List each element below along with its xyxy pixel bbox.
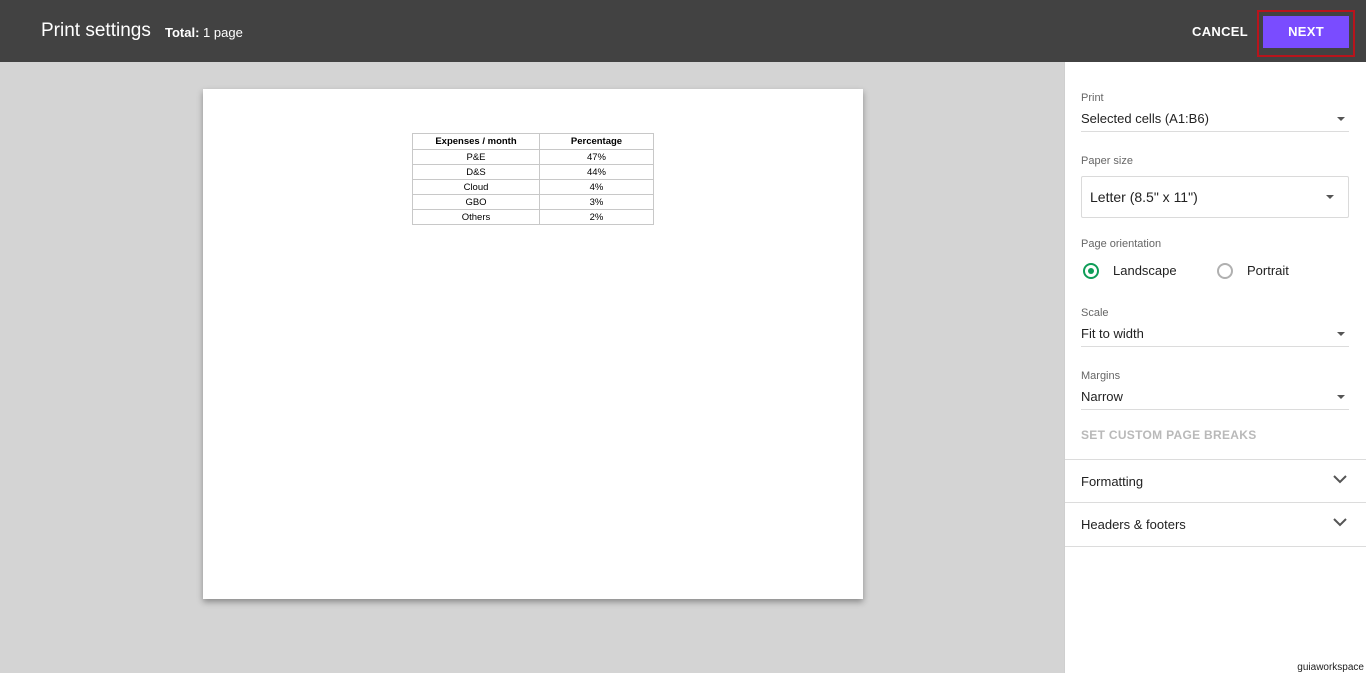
table-header: Expenses / month [412,133,540,150]
chevron-down-icon [1333,518,1347,527]
table-row: Others 2% [412,209,654,225]
table-row: Cloud 4% [412,179,654,195]
total-pages: Total: 1 page [165,25,243,40]
preview-page: Expenses / month Percentage P&E 47% D&S … [203,89,863,599]
top-bar: Print settings Total: 1 page CANCEL NEXT [0,0,1366,62]
table-cell: GBO [412,194,540,210]
paper-size-dropdown[interactable]: Letter (8.5" x 11") [1081,176,1349,218]
scale-value: Fit to width [1081,326,1144,341]
formatting-title: Formatting [1081,474,1144,489]
cancel-button[interactable]: CANCEL [1186,16,1254,48]
watermark: guiaworkspace [1297,662,1364,673]
radio-unselected-icon [1217,263,1233,279]
total-label: Total: [165,25,200,40]
settings-panel: Print Selected cells (A1:B6) Paper size … [1064,62,1366,673]
landscape-label: Landscape [1113,263,1177,278]
margins-value: Narrow [1081,389,1123,404]
set-custom-page-breaks-button[interactable]: SET CUSTOM PAGE BREAKS [1081,428,1257,442]
table-cell: Others [412,209,540,225]
page-title: Print settings [41,20,151,41]
dropdown-caret-icon [1337,117,1345,121]
print-label: Print [1081,92,1104,104]
print-range-dropdown[interactable]: Selected cells (A1:B6) [1081,107,1349,132]
scale-dropdown[interactable]: Fit to width [1081,322,1349,347]
headers-footers-title: Headers & footers [1081,517,1186,532]
table-cell: 47% [539,149,654,165]
dropdown-caret-icon [1326,195,1334,199]
chevron-down-icon [1333,475,1347,484]
table-header: Percentage [539,133,654,150]
table-cell: P&E [412,149,540,165]
paper-size-label: Paper size [1081,155,1133,167]
formatting-section[interactable]: Formatting [1065,459,1366,503]
print-preview-area: Expenses / month Percentage P&E 47% D&S … [0,62,1064,673]
scale-label: Scale [1081,307,1109,319]
orientation-label: Page orientation [1081,238,1162,250]
radio-selected-icon [1083,263,1099,279]
table-row: D&S 44% [412,164,654,180]
headers-footers-section[interactable]: Headers & footers [1065,502,1366,547]
margins-label: Margins [1081,370,1121,382]
print-range-value: Selected cells (A1:B6) [1081,111,1209,126]
table-header-row: Expenses / month Percentage [412,133,654,150]
next-button[interactable]: NEXT [1263,16,1349,48]
table-cell: 4% [539,179,654,195]
table-cell: 3% [539,194,654,210]
dropdown-caret-icon [1337,395,1345,399]
table-row: P&E 47% [412,149,654,165]
paper-size-value: Letter (8.5" x 11") [1090,189,1198,205]
total-value: 1 page [203,25,243,40]
margins-dropdown[interactable]: Narrow [1081,385,1349,410]
table-cell: D&S [412,164,540,180]
table-cell: Cloud [412,179,540,195]
table-cell: 2% [539,209,654,225]
preview-table: Expenses / month Percentage P&E 47% D&S … [412,133,654,225]
portrait-label: Portrait [1247,263,1289,278]
table-cell: 44% [539,164,654,180]
dropdown-caret-icon [1337,332,1345,336]
table-row: GBO 3% [412,194,654,210]
